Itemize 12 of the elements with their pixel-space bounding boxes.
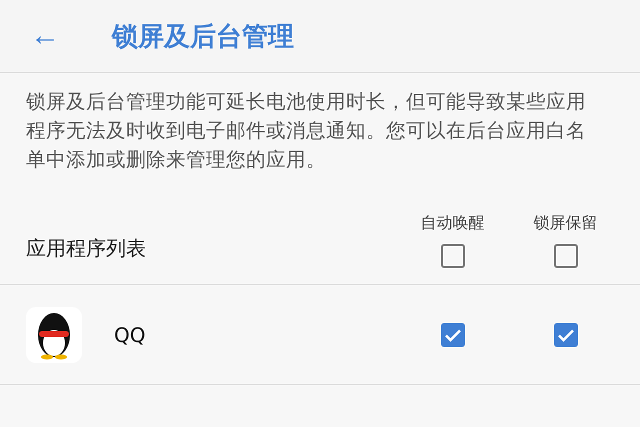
description-text: 锁屏及后台管理功能可延长电池使用时长，但可能导致某些应用程序无法及时收到电子邮件或消息通知。您可以在后台应用白名单中添加或删除来管理您的应用。 xyxy=(26,89,587,173)
app-icon xyxy=(24,304,84,364)
list-title: 应用程序列表 xyxy=(26,235,147,262)
screen-title: 锁屏及后台管理 xyxy=(112,20,294,54)
checkbox[interactable] xyxy=(554,244,578,268)
checkbox[interactable] xyxy=(440,322,464,346)
app-name: QQ xyxy=(114,322,146,346)
back-button[interactable]: ← xyxy=(28,21,62,51)
checkbox[interactable] xyxy=(440,244,464,268)
checkbox[interactable] xyxy=(554,322,578,346)
column-label: 自动唤醒 xyxy=(420,213,484,234)
column-label: 锁屏保留 xyxy=(534,213,598,234)
